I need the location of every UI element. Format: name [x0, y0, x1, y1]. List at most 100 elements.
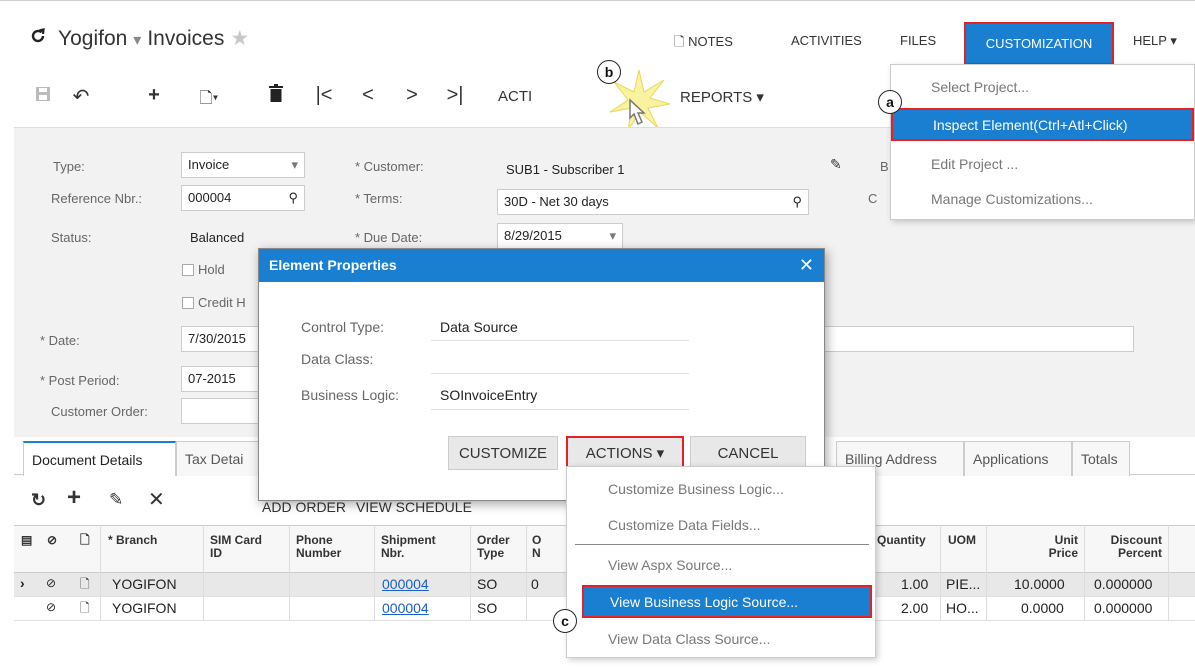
- search-icon: ⚲: [792, 194, 802, 209]
- type-select[interactable]: Invoice ▾: [181, 152, 305, 178]
- order-nbr-cell[interactable]: 0: [531, 576, 539, 592]
- inspect-element-item[interactable]: Inspect Element(Ctrl+Atl+Click): [891, 108, 1194, 141]
- branch-cell[interactable]: YOGIFON: [112, 576, 177, 592]
- grid-settings-icon[interactable]: ▤: [21, 534, 32, 547]
- order-type-cell[interactable]: SO: [477, 576, 497, 592]
- grid-divider: [100, 525, 101, 621]
- unit-price-cell[interactable]: 10.0000: [1014, 576, 1065, 592]
- hold-checkbox[interactable]: Hold: [182, 262, 225, 277]
- description-field[interactable]: [822, 326, 1134, 352]
- quantity-cell[interactable]: 2.00: [901, 600, 928, 616]
- discount-cell[interactable]: 0.000000: [1094, 600, 1152, 616]
- data-class-label: Data Class:: [301, 351, 374, 367]
- close-icon[interactable]: ✕: [148, 487, 165, 512]
- unit-price-cell[interactable]: 0.0000: [1021, 600, 1064, 616]
- view-schedule-button[interactable]: VIEW SCHEDULE: [356, 499, 472, 515]
- notes-link[interactable]: 🗋 NOTES: [674, 33, 733, 55]
- business-logic-value: SOInvoiceEntry: [440, 387, 538, 403]
- customize-business-logic-item[interactable]: Customize Business Logic...: [608, 481, 784, 497]
- col-discount-percent[interactable]: Discount Percent: [1096, 534, 1162, 560]
- customize-button[interactable]: CUSTOMIZE: [448, 436, 558, 470]
- help-link[interactable]: HELP ▾: [1133, 33, 1177, 49]
- col-branch[interactable]: * Branch: [108, 534, 157, 547]
- cancel-button[interactable]: CANCEL: [690, 436, 806, 470]
- view-aspx-source-item[interactable]: View Aspx Source...: [608, 557, 732, 573]
- last-record-icon[interactable]: >|: [443, 84, 467, 107]
- grid-divider: [940, 525, 941, 621]
- col-phone-number[interactable]: Phone Number: [296, 534, 356, 560]
- select-project-item[interactable]: Select Project...: [931, 79, 1029, 95]
- pencil-icon[interactable]: ✎: [830, 156, 842, 173]
- col-order-type[interactable]: Order Type: [477, 534, 522, 560]
- col-order-nbr[interactable]: O N: [532, 534, 546, 560]
- page-title: Yogifon ▾ Invoices ★: [58, 26, 249, 51]
- quantity-cell[interactable]: 1.00: [901, 576, 928, 592]
- save-icon[interactable]: [31, 86, 55, 107]
- company-name: Yogifon: [58, 27, 128, 50]
- shipment-link[interactable]: 000004: [382, 600, 429, 616]
- add-row-icon[interactable]: +: [67, 484, 81, 512]
- uom-cell[interactable]: HO...: [946, 600, 979, 616]
- customization-button[interactable]: CUSTOMIZATION: [964, 22, 1114, 65]
- chevron-down-icon[interactable]: ▾: [133, 32, 141, 49]
- col-quantity[interactable]: Quantity: [877, 534, 926, 547]
- note-icon: 🗋: [80, 577, 90, 591]
- terms-field[interactable]: 30D - Net 30 days ⚲: [497, 189, 809, 215]
- refresh-icon[interactable]: ↻: [31, 490, 46, 511]
- uom-cell[interactable]: PIE...: [946, 576, 980, 592]
- edit-project-item[interactable]: Edit Project ...: [931, 156, 1018, 172]
- note-icon: 🗋: [80, 533, 90, 547]
- delete-icon[interactable]: [264, 84, 288, 108]
- order-type-cell[interactable]: SO: [477, 600, 497, 616]
- reference-nbr-field[interactable]: 000004 ⚲: [181, 185, 305, 211]
- col-uom[interactable]: UOM: [948, 534, 976, 547]
- next-record-icon[interactable]: >: [400, 84, 424, 107]
- view-business-logic-source-item[interactable]: View Business Logic Source...: [582, 585, 872, 618]
- actions-menu[interactable]: ACTI: [498, 88, 532, 105]
- star-icon[interactable]: ★: [230, 27, 249, 50]
- grid-divider: [374, 525, 375, 621]
- callout-a: a: [878, 90, 902, 114]
- close-icon[interactable]: ✕: [799, 255, 814, 276]
- attachment-icon: ⊘: [47, 533, 58, 547]
- divider: [431, 373, 689, 374]
- col-sim-card[interactable]: SIM Card ID: [210, 534, 270, 560]
- tab-document-details[interactable]: Document Details: [23, 441, 176, 476]
- shipment-link[interactable]: 000004: [382, 576, 429, 592]
- discount-cell[interactable]: 0.000000: [1094, 576, 1152, 592]
- previous-record-icon[interactable]: <: [356, 84, 380, 107]
- credit-hold-checkbox[interactable]: Credit H: [182, 295, 246, 310]
- grid-divider: [203, 525, 204, 621]
- reference-nbr-label: Reference Nbr.:: [51, 191, 143, 206]
- files-link[interactable]: FILES: [900, 33, 936, 48]
- copy-paste-icon[interactable]: 🗋▾: [192, 87, 226, 114]
- col-shipment-nbr[interactable]: Shipment Nbr.: [381, 534, 451, 560]
- edit-icon[interactable]: ✎: [109, 490, 123, 510]
- add-icon[interactable]: +: [142, 84, 166, 107]
- callout-b: b: [597, 60, 621, 84]
- status-label: Status:: [51, 230, 92, 245]
- tab-tax-details[interactable]: Tax Detai: [176, 441, 260, 476]
- col-unit-price[interactable]: Unit Price: [1038, 534, 1078, 560]
- customize-data-fields-item[interactable]: Customize Data Fields...: [608, 517, 761, 533]
- date-label: * Date:: [40, 333, 80, 348]
- reports-menu[interactable]: REPORTS ▾: [680, 88, 764, 106]
- undo-icon[interactable]: ↶: [69, 84, 93, 109]
- activities-link[interactable]: ACTIVITIES: [791, 33, 862, 48]
- branch-cell[interactable]: YOGIFON: [112, 600, 177, 616]
- add-order-button[interactable]: ADD ORDER: [262, 499, 346, 515]
- manage-customizations-item[interactable]: Manage Customizations...: [931, 191, 1093, 207]
- actions-menu: Customize Business Logic... Customize Da…: [566, 466, 876, 658]
- screen-name: Invoices: [147, 27, 225, 50]
- tab-totals[interactable]: Totals: [1072, 441, 1130, 476]
- due-date-field[interactable]: 8/29/2015 ▾: [497, 223, 623, 249]
- tab-applications[interactable]: Applications: [964, 441, 1072, 476]
- view-data-class-source-item[interactable]: View Data Class Source...: [608, 631, 770, 647]
- refresh-icon[interactable]: [29, 27, 47, 47]
- note-icon: 🗋: [80, 601, 90, 615]
- actions-dropdown-button[interactable]: ACTIONS ▾: [566, 436, 684, 470]
- customization-menu: Select Project... Inspect Element(Ctrl+A…: [890, 64, 1195, 220]
- note-icon: 🗋: [674, 34, 685, 49]
- type-label: Type:: [53, 159, 85, 174]
- first-record-icon[interactable]: |<: [312, 84, 336, 107]
